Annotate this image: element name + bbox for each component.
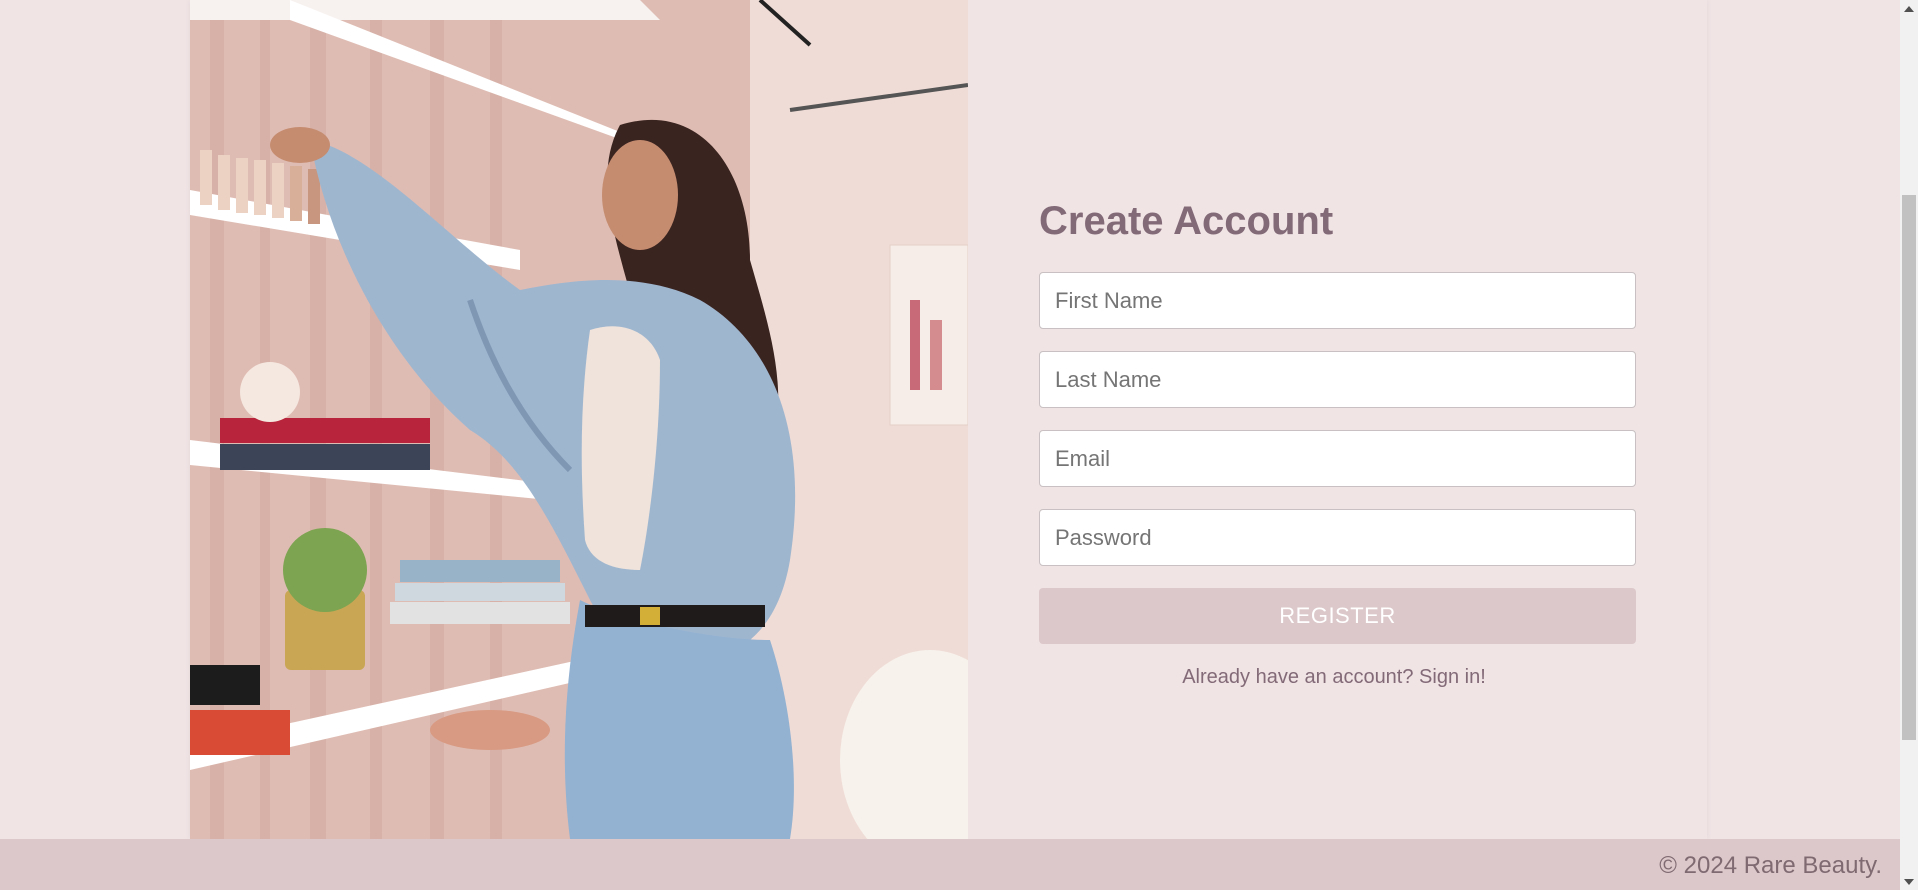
footer: © 2024 Rare Beauty. bbox=[0, 839, 1900, 890]
email-field[interactable] bbox=[1039, 430, 1636, 487]
scroll-down-icon[interactable] bbox=[1900, 873, 1918, 890]
signin-prompt: Already have an account? Sign in! bbox=[1039, 666, 1629, 689]
password-field[interactable] bbox=[1039, 509, 1636, 566]
page-title: Create Account bbox=[1039, 199, 1334, 243]
signin-link[interactable]: Already have an account? Sign in! bbox=[1182, 666, 1486, 688]
page: Create Account REGISTER Already have an … bbox=[0, 0, 1900, 890]
copyright-text: © 2024 Rare Beauty. bbox=[1659, 852, 1882, 879]
register-button[interactable]: REGISTER bbox=[1039, 588, 1636, 644]
hero-photo bbox=[190, 0, 968, 839]
scrollbar-thumb[interactable] bbox=[1902, 195, 1916, 740]
register-form: Create Account REGISTER Already have an … bbox=[1039, 196, 1636, 689]
register-card: Create Account REGISTER Already have an … bbox=[190, 0, 1707, 839]
last-name-field[interactable] bbox=[1039, 351, 1636, 408]
first-name-field[interactable] bbox=[1039, 272, 1636, 329]
hero-illustration bbox=[190, 0, 968, 839]
vertical-scrollbar[interactable] bbox=[1900, 0, 1918, 890]
scroll-up-icon[interactable] bbox=[1900, 0, 1918, 17]
